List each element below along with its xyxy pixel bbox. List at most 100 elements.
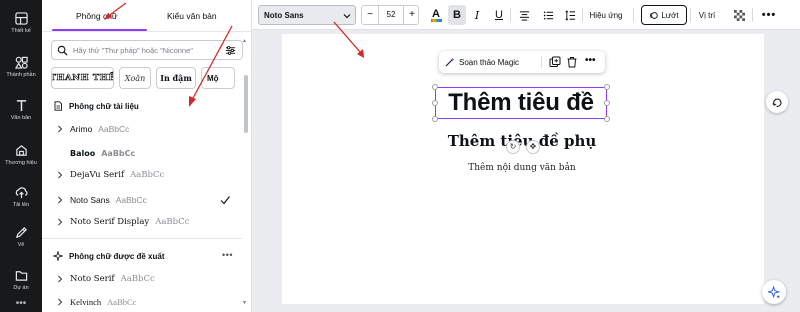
font-style-chips: THANH THẾ Xoăn In đậm Mộ xyxy=(51,67,251,89)
chevron-right-icon[interactable] xyxy=(56,125,64,133)
scroll-down-arrow-icon[interactable]: ▼ xyxy=(242,300,247,306)
resize-handle[interactable] xyxy=(432,84,438,90)
body-text[interactable]: Thêm nội dung văn bản xyxy=(432,163,612,173)
subheading-text[interactable]: Thêm tiêu đề phụ xyxy=(432,132,612,150)
font-row[interactable]: Noto Sans AaBbCc xyxy=(42,189,242,211)
position-button[interactable]: Vị trí xyxy=(692,5,722,25)
draw-icon xyxy=(15,227,27,239)
rail-item-projects[interactable]: Dự án xyxy=(0,261,42,299)
rail-item-uploads[interactable]: Tải lên xyxy=(0,178,42,216)
duplicate-icon[interactable] xyxy=(549,56,561,68)
chevron-right-icon[interactable] xyxy=(56,298,64,306)
scroll-up-arrow-icon[interactable]: ▲ xyxy=(242,38,247,44)
design-page[interactable]: Soạn thảo Magic ••• Thêm tiêu đề Thêm ti… xyxy=(282,34,764,304)
font-sample: AaBbCc xyxy=(107,297,137,307)
chevron-right-icon[interactable] xyxy=(56,171,64,179)
align-button[interactable] xyxy=(516,5,532,25)
font-search-field[interactable]: Hãy thử "Thư pháp" hoặc "Niconne" xyxy=(51,40,243,60)
italic-button[interactable]: I xyxy=(469,5,485,25)
toolbar-divider xyxy=(510,8,511,22)
font-family-dropdown[interactable]: Noto Sans xyxy=(258,5,356,25)
font-row[interactable]: Baloo AaBbCc xyxy=(42,142,242,164)
rail-item-elements[interactable]: Thành phần xyxy=(0,48,42,86)
panel-scrollbar[interactable] xyxy=(244,75,248,133)
tab-divider xyxy=(42,31,251,32)
panel-tabs: Phông chữ Kiểu văn bản xyxy=(42,0,251,34)
chip-style[interactable]: Mộ xyxy=(201,67,235,89)
bold-button[interactable]: B xyxy=(448,5,466,25)
more-options-icon[interactable]: ••• xyxy=(222,250,233,260)
filter-icon[interactable] xyxy=(225,45,236,56)
chip-style[interactable]: In đậm xyxy=(156,67,196,89)
tab-fonts[interactable]: Phông chữ xyxy=(76,11,118,21)
font-sample: AaBbCc xyxy=(120,274,155,284)
floating-context-menu: Soạn thảo Magic ••• xyxy=(439,51,605,73)
font-name: Noto Serif AaBbCc xyxy=(70,274,155,284)
chevron-right-icon[interactable] xyxy=(56,196,64,204)
chevron-right-icon[interactable] xyxy=(56,275,64,283)
font-name: DejaVu Serif AaBbCc xyxy=(70,170,165,180)
comment-button[interactable] xyxy=(766,91,788,113)
rail-item-draw[interactable]: Vẽ xyxy=(0,218,42,256)
font-size-stepper: − 52 + xyxy=(361,5,419,25)
list-button[interactable] xyxy=(540,5,556,25)
font-name: Noto Serif Display AaBbCc xyxy=(70,217,190,227)
magic-edit-label: Soạn thảo Magic xyxy=(459,57,520,67)
transparency-button[interactable] xyxy=(732,5,746,25)
chip-style[interactable]: Xoăn xyxy=(119,67,151,89)
toolbar-divider xyxy=(633,8,634,22)
font-size-input[interactable]: 52 xyxy=(378,6,404,24)
toolbar-divider xyxy=(582,8,583,22)
rail-item-text[interactable]: Văn bản xyxy=(0,91,42,129)
underline-button[interactable]: U xyxy=(491,5,507,25)
magic-edit-button[interactable]: Soạn thảo Magic xyxy=(445,55,519,69)
tab-text-styles[interactable]: Kiểu văn bản xyxy=(167,11,217,21)
section-divider xyxy=(42,238,242,239)
font-row[interactable]: DejaVu Serif AaBbCc xyxy=(42,164,242,186)
more-options-icon[interactable]: ••• xyxy=(585,55,596,66)
chip-style[interactable]: THANH THẾ xyxy=(51,67,114,89)
heading-text[interactable]: Thêm tiêu đề xyxy=(436,88,606,118)
rotate-handle-icon[interactable]: ↻ xyxy=(506,140,520,154)
resize-handle[interactable] xyxy=(604,100,610,106)
rail-more-icon[interactable]: ••• xyxy=(0,299,42,309)
magic-assistant-button[interactable] xyxy=(762,280,786,304)
magic-wand-icon xyxy=(445,57,455,67)
rail-item-brand[interactable]: Thương hiệu xyxy=(0,136,42,174)
rail-label: Văn bản xyxy=(10,115,32,121)
menu-divider xyxy=(541,56,542,68)
rail-label: Thương hiệu xyxy=(5,160,37,166)
font-search-input[interactable]: Hãy thử "Thư pháp" hoặc "Niconne" xyxy=(73,46,223,55)
more-options-icon[interactable]: ••• xyxy=(760,5,778,25)
effects-button[interactable]: Hiệu ứng xyxy=(585,5,627,25)
font-row[interactable]: Noto Serif AaBbCc xyxy=(42,268,242,290)
section-title: Phông chữ tài liệu xyxy=(69,101,139,111)
section-suggested-fonts: Phông chữ được đề xuất xyxy=(53,251,165,261)
font-sample: AaBbCc xyxy=(130,170,165,180)
resize-handle[interactable] xyxy=(432,116,438,122)
rail-item-design[interactable]: Thiết kế xyxy=(0,4,42,42)
font-name: Kelvinch AaBbCc xyxy=(70,297,137,307)
rail-label: Vẽ xyxy=(17,242,25,248)
brand-icon xyxy=(15,145,27,156)
move-handle-icon[interactable]: ✥ xyxy=(526,140,540,154)
align-center-icon xyxy=(519,10,529,21)
font-row[interactable]: Arimo AaBbCc xyxy=(42,118,242,140)
trash-icon[interactable] xyxy=(566,56,578,68)
title-selection-box[interactable]: Thêm tiêu đề xyxy=(432,84,610,122)
text-color-button[interactable]: A xyxy=(428,5,444,25)
resize-handle[interactable] xyxy=(604,116,610,122)
font-row[interactable]: Noto Serif Display AaBbCc xyxy=(42,211,242,233)
section-title: Phông chữ được đề xuất xyxy=(69,251,165,261)
resize-handle[interactable] xyxy=(604,84,610,90)
decrease-size-button[interactable]: − xyxy=(362,6,378,24)
animate-button[interactable]: Lướt xyxy=(641,5,687,25)
chevron-right-icon[interactable] xyxy=(56,218,64,226)
font-row[interactable]: Kelvinch AaBbCc xyxy=(42,291,242,312)
spacing-button[interactable] xyxy=(562,5,578,25)
animate-label: Lướt xyxy=(661,10,679,20)
increase-size-button[interactable]: + xyxy=(404,6,420,24)
font-family-value: Noto Sans xyxy=(264,10,304,20)
resize-handle[interactable] xyxy=(432,100,438,106)
text-toolbar: Noto Sans − 52 + A B I U Hiệu ứng Lướt V… xyxy=(252,0,800,30)
